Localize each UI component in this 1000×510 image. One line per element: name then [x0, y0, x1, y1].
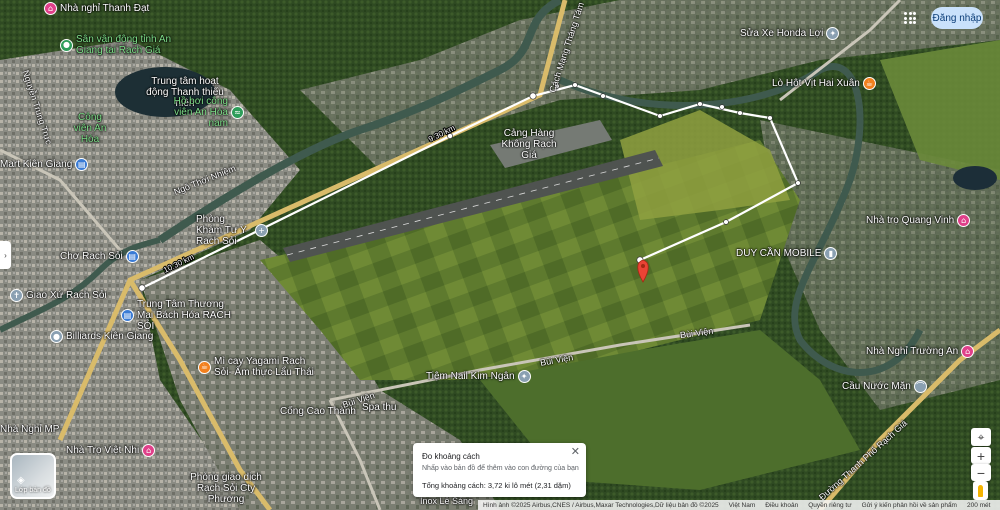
layers-label: Lớp bản đồ	[15, 487, 51, 494]
pegman-icon[interactable]	[973, 481, 988, 500]
place-nha-nghi-truong-an[interactable]: Nhà Nghỉ Trường An ⌂	[866, 345, 975, 358]
hotel-icon: ⌂	[44, 2, 57, 15]
terms-link[interactable]: Điều khoản	[765, 502, 798, 509]
measure-point	[767, 115, 773, 121]
measure-point	[737, 110, 743, 116]
phone-shop-icon: ▮	[824, 247, 838, 260]
place-sua-xe-honda-loi[interactable]: Sửa Xe Honda Lợi ✦	[740, 27, 840, 40]
apps-grid-icon[interactable]	[904, 12, 916, 24]
measure-point	[719, 104, 725, 110]
market-icon: ▤	[125, 250, 139, 263]
zoom-out-button[interactable]: −	[971, 464, 991, 481]
close-icon[interactable]: ✕	[571, 445, 580, 458]
privacy-link[interactable]: Quyền riêng tư	[808, 502, 851, 509]
place-stadium[interactable]: ● Sân vận động tỉnh An Giang tại Rạch Gi…	[60, 34, 186, 56]
layers-icon: ◈	[17, 475, 25, 486]
repair-icon: ✦	[826, 27, 840, 40]
feedback-link[interactable]: Gửi ý kiến phản hồi về sản phẩm	[862, 502, 957, 509]
bridge-icon: ⌒	[913, 380, 927, 393]
distance-panel: Đo khoảng cách ✕ Nhấp vào bản đồ để thêm…	[413, 443, 586, 497]
hotel-icon: ⌂	[961, 345, 975, 358]
place-phong-kham[interactable]: Phòng Khám Tư Y Rạch Sỏi +	[196, 214, 268, 247]
measure-point	[657, 113, 663, 119]
collapse-panel-button[interactable]: ›	[0, 241, 11, 269]
measure-point	[600, 93, 606, 99]
measure-point	[795, 180, 801, 186]
scale-label: 200 mét	[966, 501, 991, 509]
my-location-button[interactable]: ⌖	[971, 428, 991, 446]
place-inox-le-sang: Inox Lê Sáng	[420, 496, 474, 506]
country-link[interactable]: Việt Nam	[729, 502, 756, 509]
place-phong-giao-dich[interactable]: Phòng giao dịch Rạch Sỏi Cty Phương	[186, 472, 266, 505]
place-nha-tro-quang-vinh[interactable]: Nhà trọ Quang Vinh ⌂	[866, 214, 971, 227]
hotel-icon: ⌂	[142, 444, 156, 457]
distance-title: Đo khoảng cách	[422, 452, 480, 461]
zoom-in-button[interactable]: +	[971, 447, 991, 464]
imagery-attribution: Hình ảnh ©2025 Airbus,CNES / Airbus,Maxa…	[483, 501, 719, 509]
place-giao-xu-rach-soi[interactable]: ✝ Giao Xứ Rạch Sỏi	[10, 289, 107, 302]
place-billiards-kien-giang[interactable]: ● Billiards Kiên Giang	[50, 330, 153, 343]
food-icon: ☕	[198, 360, 211, 374]
place-lo-hot-vit-hai-xuan[interactable]: Lò Hột Vịt Hai Xuân ☕	[772, 77, 876, 90]
place-trung-tam-thuong-mai[interactable]: ▤ Trung Tâm Thương Mại Bách Hóa RẠCH SỎI	[121, 299, 233, 332]
place-an-hoa-pool[interactable]: Hồ bơi công viên An Hòa nam ≈	[168, 96, 244, 129]
map-footer: Hình ảnh ©2025 Airbus,CNES / Airbus,Maxa…	[478, 500, 1000, 510]
place-tiem-nail-kim-ngan[interactable]: Tiệm Nail Kim Ngân ✦	[426, 370, 531, 383]
shop-icon: ▤	[121, 309, 134, 322]
pool-icon: ≈	[231, 106, 244, 119]
place-an-hoa-park: Công viên An Hòa	[73, 112, 107, 145]
food-icon: ☕	[862, 77, 876, 90]
measure-point	[723, 219, 729, 225]
measure-point	[138, 284, 146, 292]
place-airport: Cảng Hàng Không Rạch Giá	[501, 128, 557, 161]
measure-point	[697, 101, 703, 107]
distance-total: Tổng khoảng cách: 3,72 ki lô mét (2,31 d…	[422, 481, 571, 490]
billiards-icon: ●	[50, 330, 63, 343]
place-duy-can-mobile[interactable]: DUY CẦN MOBILE ▮	[736, 247, 838, 260]
place-nha-tro-viet-nhi[interactable]: Nhà Trọ Việt Nhi ⌂	[66, 444, 156, 457]
clinic-icon: +	[255, 224, 268, 237]
shop-icon: ▤	[75, 158, 89, 171]
nail-icon: ✦	[517, 370, 531, 383]
stadium-icon: ●	[60, 38, 73, 52]
place-cho-rach-soi[interactable]: Chợ Rạch Sỏi ▤	[60, 250, 139, 263]
pond-east	[953, 166, 997, 190]
place-mi-cay-yagami[interactable]: ☕ Mì cay Yagami Rạch Sỏi- Ẩm thực Lẩu Th…	[198, 356, 314, 378]
place-mart-kien-giang[interactable]: Mart Kiên Giang ▤	[0, 158, 89, 171]
church-icon: ✝	[10, 289, 23, 302]
place-cau-nuoc-man[interactable]: Cầu Nước Mặn ⌒	[842, 380, 927, 393]
layers-button[interactable]: ◈ Lớp bản đồ	[10, 453, 56, 499]
place-spa-thu[interactable]: Spa thu	[362, 402, 396, 413]
hotel-icon: ⌂	[957, 214, 971, 227]
sign-in-button[interactable]: Đăng nhập	[931, 7, 983, 29]
place-nha-nghi-mp[interactable]: Nhà Nghỉ MP	[0, 424, 59, 435]
my-location-icon: ⌖	[977, 429, 985, 444]
place-nha-nghi-thanh-dat[interactable]: ⌂ Nhà nghỉ Thanh Đạt	[44, 2, 149, 15]
distance-hint: Nhấp vào bản đồ để thêm vào con đường củ…	[422, 465, 579, 472]
measure-point	[529, 92, 537, 100]
measure-point	[572, 82, 578, 88]
